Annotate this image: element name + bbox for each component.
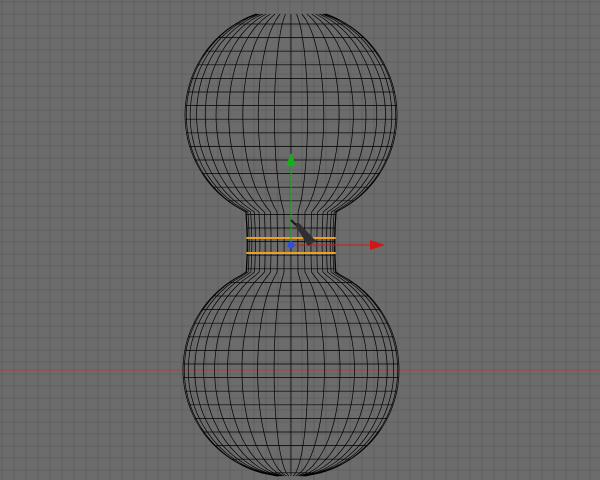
gizmo-y-axis[interactable] xyxy=(286,153,296,245)
viewport-grid xyxy=(0,0,600,480)
3d-viewport[interactable] xyxy=(0,0,600,480)
gizmo-center[interactable] xyxy=(287,241,295,249)
grid-lines xyxy=(0,0,600,480)
